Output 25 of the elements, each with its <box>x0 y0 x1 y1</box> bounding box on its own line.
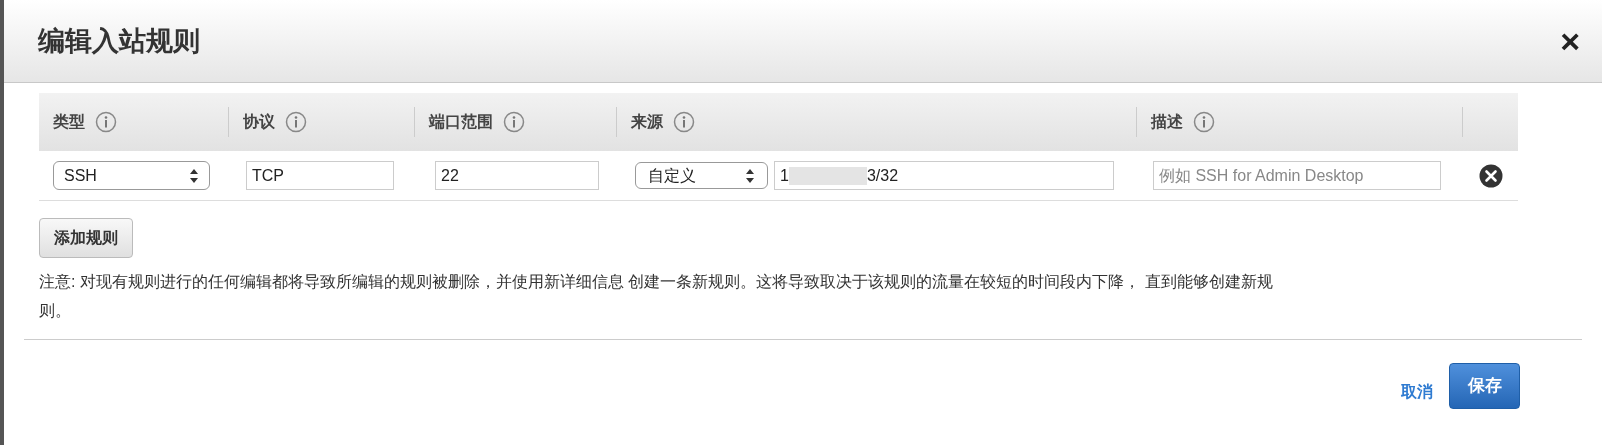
add-rule-button[interactable]: 添加规则 <box>39 218 133 258</box>
close-button[interactable]: × <box>1560 24 1580 58</box>
column-header: 协议 <box>243 112 275 132</box>
remove-icon[interactable] <box>1478 163 1503 188</box>
info-icon[interactable] <box>673 111 695 133</box>
note-text: 注意: 对现有规则进行的任何编辑都将导致所编辑的规则被删除，并使用新详细信息 创建一条新规则。这将导致取决于该规则的流量在较短的时间段内下降， 直到能够创建新规则。 <box>39 272 1274 321</box>
stepper-icon <box>745 167 755 184</box>
save-button[interactable]: 保存 <box>1449 363 1520 409</box>
type-select[interactable]: SSH <box>53 161 210 190</box>
column-header: 来源 <box>631 112 663 132</box>
port-range-field[interactable]: 22 <box>435 161 599 190</box>
source-select[interactable]: 自定义 <box>635 162 768 189</box>
description-field[interactable]: 例如 SSH for Admin Desktop <box>1153 161 1441 190</box>
dialog-title: 编辑入站规则 <box>38 24 200 58</box>
cancel-link[interactable]: 取消 <box>1401 380 1433 404</box>
protocol-field[interactable]: TCP <box>246 161 394 190</box>
column-header: 端口范围 <box>429 112 493 132</box>
info-icon[interactable] <box>95 111 117 133</box>
column-header: 类型 <box>53 112 85 132</box>
info-icon[interactable] <box>285 111 307 133</box>
stepper-icon <box>189 167 199 184</box>
source-field[interactable]: 1 3/32 <box>774 161 1114 190</box>
info-icon[interactable] <box>503 111 525 133</box>
column-header: 描述 <box>1151 112 1183 132</box>
info-icon[interactable] <box>1193 111 1215 133</box>
